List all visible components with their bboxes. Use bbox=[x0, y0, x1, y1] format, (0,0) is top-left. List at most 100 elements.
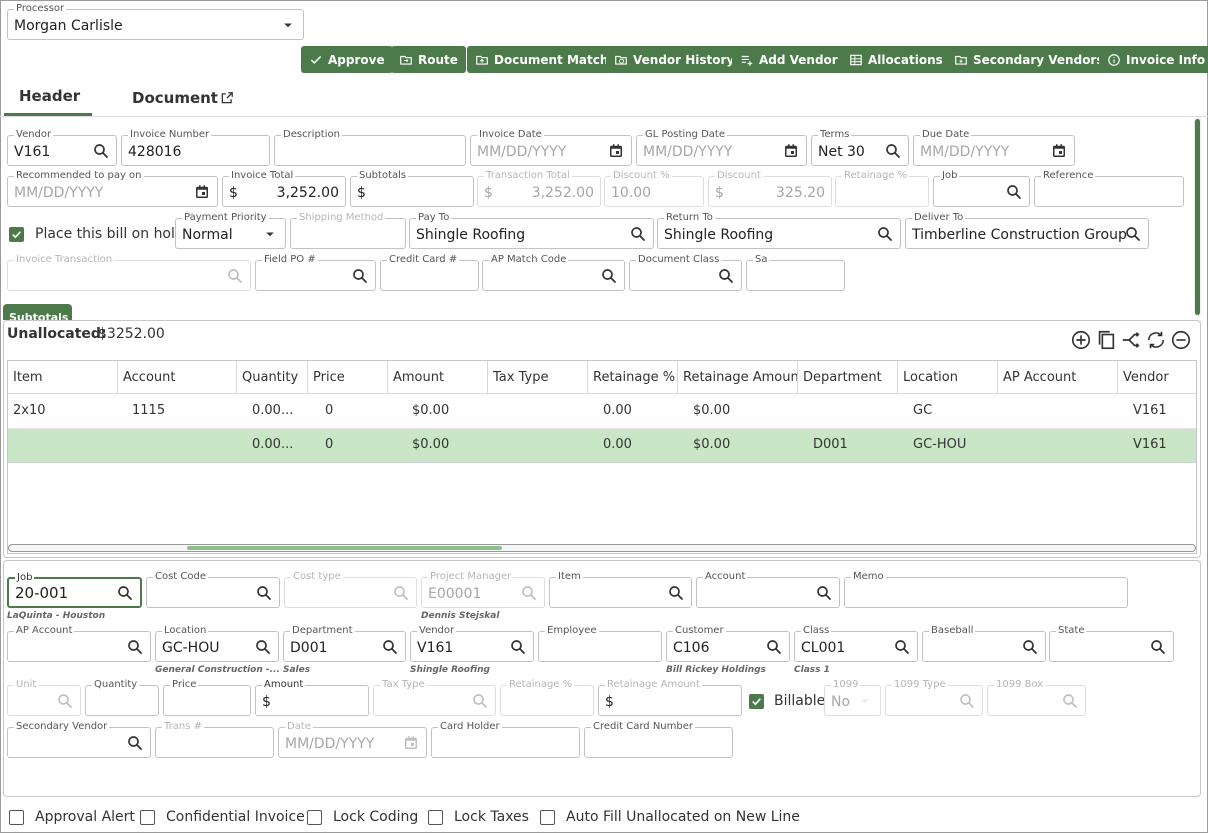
line-vendor-field[interactable]: Vendor V161 bbox=[410, 625, 534, 662]
split-icon[interactable] bbox=[1120, 329, 1142, 351]
horizontal-scrollbar[interactable] bbox=[8, 544, 1196, 552]
search-icon[interactable] bbox=[254, 638, 272, 656]
tab-document[interactable]: Document bbox=[120, 78, 250, 116]
recommended-pay-field[interactable]: Recommended to pay on MM/DD/YYYY bbox=[7, 170, 218, 207]
search-icon[interactable] bbox=[600, 267, 618, 285]
search-icon[interactable] bbox=[1149, 638, 1167, 656]
invoice-info-button[interactable]: Invoice Info bbox=[1099, 46, 1208, 73]
search-icon[interactable] bbox=[351, 267, 369, 285]
confidential-invoice-checkbox[interactable] bbox=[140, 810, 155, 825]
gl-posting-date-field[interactable]: GL Posting Date MM/DD/YYYY bbox=[636, 129, 807, 166]
search-icon[interactable] bbox=[116, 584, 134, 602]
route-button[interactable]: Route bbox=[391, 46, 466, 73]
cost-code-field[interactable]: Cost Code bbox=[146, 571, 280, 608]
search-icon[interactable] bbox=[1005, 183, 1023, 201]
baseball-field[interactable]: Baseball bbox=[922, 625, 1046, 662]
tab-header[interactable]: Header bbox=[4, 78, 92, 116]
ap-account-field[interactable]: AP Account bbox=[7, 625, 151, 662]
table-row[interactable]: 2x10 1115 0.00... 0 $0.00 0.00 $0.00 GC … bbox=[8, 394, 1196, 429]
search-icon[interactable] bbox=[126, 734, 144, 752]
calendar-icon[interactable] bbox=[193, 183, 211, 201]
scrollbar-thumb[interactable] bbox=[1195, 119, 1200, 315]
secondary-vendors-button[interactable]: Secondary Vendors bbox=[946, 46, 1112, 73]
search-icon[interactable] bbox=[815, 584, 833, 602]
search-icon[interactable] bbox=[509, 638, 527, 656]
search-icon[interactable] bbox=[893, 638, 911, 656]
approve-button[interactable]: Approve bbox=[301, 46, 393, 73]
search-icon[interactable] bbox=[381, 638, 399, 656]
trans-field[interactable]: Trans # bbox=[155, 721, 274, 758]
line-job-field[interactable]: Job 20-001 bbox=[7, 572, 142, 608]
col-price[interactable]: Price bbox=[308, 361, 388, 394]
document-match-button[interactable]: Document Match bbox=[467, 46, 617, 73]
ap-match-code-field[interactable]: AP Match Code bbox=[482, 254, 625, 291]
document-class-field[interactable]: Document Class bbox=[629, 254, 742, 291]
billable-checkbox[interactable] bbox=[749, 694, 764, 709]
col-tax-type[interactable]: Tax Type bbox=[488, 361, 588, 394]
card-holder-field[interactable]: Card Holder bbox=[431, 721, 580, 758]
col-department[interactable]: Department bbox=[798, 361, 898, 394]
memo-field[interactable]: Memo bbox=[844, 571, 1128, 608]
col-amount[interactable]: Amount bbox=[388, 361, 488, 394]
vendor-history-button[interactable]: Vendor History bbox=[606, 46, 743, 73]
table-row-selected[interactable]: 0.00... 0 $0.00 0.00 $0.00 D001 GC-HOU V… bbox=[8, 429, 1196, 463]
col-item[interactable]: Item bbox=[8, 361, 118, 394]
calendar-icon[interactable] bbox=[402, 734, 420, 752]
add-vendor-button[interactable]: Add Vendor bbox=[732, 46, 846, 73]
quantity-field[interactable]: Quantity bbox=[85, 679, 159, 716]
terms-field[interactable]: Terms Net 30 bbox=[811, 129, 909, 166]
allocations-button[interactable]: Allocations bbox=[841, 46, 951, 73]
col-quantity[interactable]: Quantity bbox=[237, 361, 308, 394]
item-field[interactable]: Item bbox=[549, 571, 692, 608]
price-field[interactable]: Price bbox=[163, 679, 251, 716]
copy-icon[interactable] bbox=[1095, 329, 1117, 351]
lock-coding-checkbox[interactable] bbox=[307, 810, 322, 825]
description-field[interactable]: Description bbox=[274, 129, 466, 166]
job-field[interactable]: Job bbox=[933, 170, 1030, 207]
search-icon[interactable] bbox=[629, 225, 647, 243]
location-field[interactable]: Location GC-HOU bbox=[155, 625, 279, 662]
credit-card-number-field[interactable]: Credit Card Number bbox=[584, 721, 733, 758]
vertical-scrollbar[interactable] bbox=[1194, 117, 1201, 317]
department-field[interactable]: Department D001 bbox=[283, 625, 406, 662]
date-field[interactable]: Date MM/DD/YYYY bbox=[278, 721, 427, 758]
deliver-to-field[interactable]: Deliver To Timberline Construction Group bbox=[905, 212, 1149, 249]
customer-field[interactable]: Customer C106 bbox=[666, 625, 790, 662]
retainage-amount-field[interactable]: Retainage Amount $ bbox=[598, 679, 742, 716]
hold-checkbox[interactable] bbox=[9, 227, 24, 242]
search-icon[interactable] bbox=[1124, 225, 1142, 243]
vendor-field[interactable]: Vendor V161 bbox=[7, 129, 117, 166]
payment-priority-select[interactable]: Payment Priority Normal bbox=[175, 212, 286, 249]
search-icon[interactable] bbox=[1021, 638, 1039, 656]
scrollbar-thumb[interactable] bbox=[187, 546, 502, 550]
calendar-icon[interactable] bbox=[1050, 142, 1068, 160]
search-icon[interactable] bbox=[255, 584, 273, 602]
subtotals-field[interactable]: Subtotals $ bbox=[350, 170, 474, 207]
remove-circle-icon[interactable] bbox=[1170, 329, 1192, 351]
sa-field[interactable]: Sa bbox=[746, 254, 845, 291]
invoice-date-field[interactable]: Invoice Date MM/DD/YYYY bbox=[470, 129, 632, 166]
col-account[interactable]: Account bbox=[118, 361, 237, 394]
reference-field[interactable]: Reference bbox=[1034, 170, 1184, 207]
state-field[interactable]: State bbox=[1049, 625, 1174, 662]
search-icon[interactable] bbox=[92, 142, 110, 160]
search-icon[interactable] bbox=[876, 225, 894, 243]
search-icon[interactable] bbox=[126, 638, 144, 656]
pay-to-field[interactable]: Pay To Shingle Roofing bbox=[409, 212, 654, 249]
shipping-method-field[interactable]: Shipping Method bbox=[290, 212, 406, 249]
search-icon[interactable] bbox=[884, 142, 902, 160]
due-date-field[interactable]: Due Date MM/DD/YYYY bbox=[913, 129, 1075, 166]
credit-card-field[interactable]: Credit Card # bbox=[380, 254, 479, 291]
col-ap-account[interactable]: AP Account bbox=[998, 361, 1118, 394]
lock-taxes-checkbox[interactable] bbox=[428, 810, 443, 825]
auto-fill-checkbox[interactable] bbox=[540, 810, 555, 825]
search-icon[interactable] bbox=[667, 584, 685, 602]
col-retainage-pct[interactable]: Retainage % bbox=[588, 361, 678, 394]
col-location[interactable]: Location bbox=[898, 361, 998, 394]
col-retainage-amount[interactable]: Retainage Amount bbox=[678, 361, 798, 394]
secondary-vendor-field[interactable]: Secondary Vendor bbox=[7, 721, 151, 758]
calendar-icon[interactable] bbox=[782, 142, 800, 160]
calendar-icon[interactable] bbox=[607, 142, 625, 160]
class-field[interactable]: Class CL001 bbox=[794, 625, 918, 662]
subtotals-button[interactable]: Subtotals bbox=[3, 304, 72, 320]
